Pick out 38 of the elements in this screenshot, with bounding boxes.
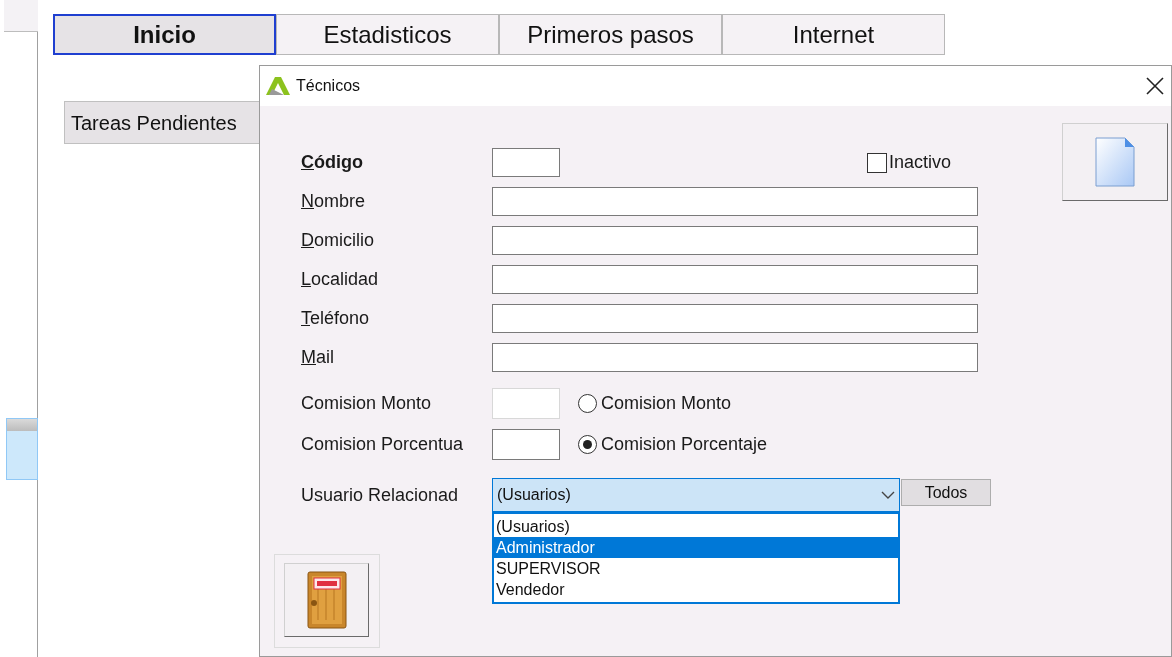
dropdown-option[interactable]: Vendedor — [494, 579, 898, 600]
input-field[interactable] — [492, 343, 978, 372]
input-field[interactable] — [492, 429, 560, 460]
exit-button[interactable] — [284, 563, 369, 637]
new-button[interactable] — [1062, 123, 1168, 201]
input-field[interactable] — [492, 304, 978, 333]
chevron-down-icon — [881, 491, 895, 499]
input-field[interactable] — [492, 265, 978, 294]
dropdown-option[interactable]: Administrador — [494, 537, 898, 558]
field-label: Nombre — [301, 190, 367, 213]
field-label: Comision Monto — [301, 392, 433, 415]
field-label: Mail — [301, 346, 335, 369]
input-field[interactable] — [492, 226, 978, 255]
door-icon — [305, 570, 348, 630]
checkbox[interactable] — [867, 152, 887, 173]
tab[interactable]: Internet — [722, 14, 945, 55]
tab[interactable]: Inicio — [53, 14, 276, 55]
field-label: Localidad — [301, 268, 380, 291]
sidebar-header — [4, 0, 38, 32]
input-field[interactable] — [492, 148, 560, 177]
all-button[interactable]: Todos — [901, 479, 991, 506]
logo-icon — [266, 76, 290, 96]
document-icon — [1095, 137, 1135, 187]
input-field[interactable] — [492, 187, 978, 216]
radio-button[interactable] — [578, 435, 597, 454]
dropdown[interactable]: (Usuarios) — [492, 478, 900, 512]
tab[interactable]: Primeros pasos — [499, 14, 722, 55]
dropdown-option[interactable]: SUPERVISOR — [494, 558, 898, 579]
tab[interactable]: Estadisticos — [276, 14, 499, 55]
field-label: Código — [301, 151, 364, 174]
dropdown-option[interactable]: (Usuarios) — [494, 516, 898, 537]
field-label: Usuario Relacionad — [301, 483, 460, 507]
field-label: Comision Porcentua — [301, 433, 465, 456]
window-title: Técnicos — [296, 76, 361, 96]
close-icon — [1146, 77, 1164, 95]
radio-option[interactable]: Comision Porcentaje — [578, 431, 768, 458]
field-label: Domicilio — [301, 229, 375, 252]
field-label: Teléfono — [301, 307, 371, 330]
